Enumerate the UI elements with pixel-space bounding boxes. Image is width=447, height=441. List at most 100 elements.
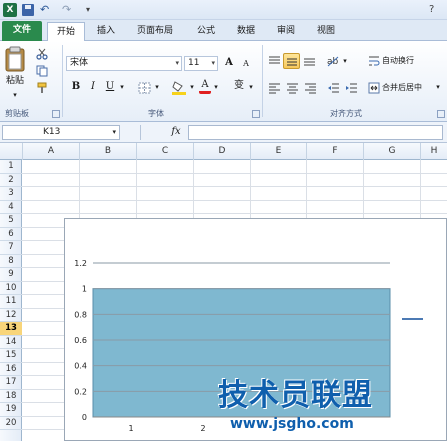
x-tick-label: 1: [128, 424, 133, 433]
row-header-20[interactable]: 20: [0, 417, 22, 430]
font-size-value: 11: [188, 58, 200, 68]
insert-function-button[interactable]: fx: [167, 125, 185, 140]
row-header-7[interactable]: 7: [0, 241, 22, 255]
align-bottom-icon[interactable]: [303, 55, 316, 67]
column-header-bar: A B C D E F G H: [0, 143, 447, 160]
underline-dropdown-icon[interactable]: ▾: [118, 81, 126, 94]
phonetic-button[interactable]: 变: [232, 79, 246, 93]
chevron-down-icon: ▾: [211, 59, 215, 67]
clipboard-dialog-launcher[interactable]: [52, 110, 60, 118]
formula-input[interactable]: [188, 125, 443, 140]
row-header-12[interactable]: 12: [0, 309, 22, 322]
row-header-11[interactable]: 11: [0, 295, 22, 309]
row-header-9[interactable]: 9: [0, 268, 22, 282]
save-icon[interactable]: [22, 4, 34, 16]
tab-formulas[interactable]: 公式: [188, 22, 224, 41]
tab-insert[interactable]: 插入: [88, 22, 124, 41]
row-header-10[interactable]: 10: [0, 282, 22, 295]
paste-button[interactable]: 粘贴: [4, 75, 26, 88]
name-box[interactable]: K13 ▾: [2, 125, 120, 140]
font-color-button[interactable]: A: [199, 79, 211, 94]
orientation-icon[interactable]: ab: [326, 54, 340, 67]
align-left-icon[interactable]: [268, 82, 281, 94]
underline-button[interactable]: U: [104, 80, 116, 94]
wrap-text-icon[interactable]: [368, 55, 380, 67]
row-header-13[interactable]: 13: [0, 322, 22, 336]
merge-center-button[interactable]: 合并后居中: [382, 81, 434, 94]
paste-dropdown-icon[interactable]: ▾: [10, 89, 20, 102]
column-header-a[interactable]: A: [22, 143, 79, 160]
orientation-dropdown-icon[interactable]: ▾: [341, 55, 349, 68]
font-size-combo[interactable]: 11 ▾: [184, 56, 218, 71]
paste-icon[interactable]: [5, 46, 25, 72]
border-icon[interactable]: [138, 82, 151, 94]
shrink-font-button[interactable]: A: [240, 57, 252, 71]
column-header-h[interactable]: H: [420, 143, 447, 160]
tab-view[interactable]: 视图: [308, 22, 344, 41]
select-all-corner[interactable]: [0, 143, 22, 160]
watermark-title: 技术员联盟: [218, 378, 373, 413]
tab-home[interactable]: 开始: [47, 22, 85, 42]
row-header-19[interactable]: 19: [0, 403, 22, 417]
row-header-6[interactable]: 6: [0, 228, 22, 241]
bold-button[interactable]: B: [70, 80, 82, 94]
row-header-3[interactable]: 3: [0, 187, 22, 201]
row-header-4[interactable]: 4: [0, 201, 22, 214]
phonetic-dropdown-icon[interactable]: ▾: [247, 81, 255, 94]
fill-color-dropdown-icon[interactable]: ▾: [188, 81, 196, 94]
customize-qat-icon[interactable]: ▾: [86, 3, 96, 17]
wrap-text-button[interactable]: 自动换行: [382, 54, 426, 67]
row-header-2[interactable]: 2: [0, 174, 22, 187]
format-painter-icon[interactable]: [36, 82, 48, 94]
row-header-16[interactable]: 16: [0, 363, 22, 376]
y-tick-label: 0.6: [74, 336, 87, 345]
y-tick-label: 1.2: [74, 259, 87, 268]
tab-data[interactable]: 数据: [228, 22, 264, 41]
column-header-e[interactable]: E: [250, 143, 306, 160]
cut-icon[interactable]: [36, 48, 48, 60]
align-center-icon[interactable]: [286, 82, 299, 94]
align-middle-button[interactable]: [283, 53, 300, 69]
decrease-indent-icon[interactable]: [327, 82, 340, 94]
grow-font-button[interactable]: A: [222, 56, 236, 70]
align-top-icon[interactable]: [268, 55, 281, 67]
grid-row-line: [22, 213, 447, 214]
column-header-c[interactable]: C: [136, 143, 193, 160]
grid-row-line: [22, 186, 447, 187]
font-name-combo[interactable]: 宋体 ▾: [66, 56, 182, 71]
redo-icon[interactable]: ↷: [62, 3, 80, 17]
fill-color-icon[interactable]: [172, 80, 186, 95]
undo-icon[interactable]: ↶: [40, 3, 58, 17]
font-dialog-launcher[interactable]: [252, 110, 260, 118]
row-header-1[interactable]: 1: [0, 160, 22, 174]
column-header-d[interactable]: D: [193, 143, 250, 160]
row-header-14[interactable]: 14: [0, 336, 22, 349]
align-right-icon[interactable]: [304, 82, 317, 94]
column-header-b[interactable]: B: [79, 143, 136, 160]
row-header-8[interactable]: 8: [0, 255, 22, 268]
name-box-value: K13: [43, 127, 61, 137]
group-separator: [62, 45, 63, 117]
y-tick-label: 0.8: [74, 310, 87, 319]
alignment-dialog-launcher[interactable]: [437, 110, 445, 118]
border-dropdown-icon[interactable]: ▾: [153, 81, 161, 94]
help-icon[interactable]: ?: [429, 3, 443, 17]
row-header-18[interactable]: 18: [0, 390, 22, 403]
row-header-5[interactable]: 5: [0, 214, 22, 228]
row-header-15[interactable]: 15: [0, 349, 22, 363]
tab-review[interactable]: 审阅: [268, 22, 304, 41]
tab-page-layout[interactable]: 页面布局: [128, 22, 182, 41]
italic-button[interactable]: I: [87, 80, 99, 94]
tab-file[interactable]: 文件: [2, 21, 42, 41]
column-header-g[interactable]: G: [363, 143, 420, 160]
row-header-bar: 1 2 3 4 5 6 7 8 9 10 11 12 13 14 15 16 17 18 19 20: [0, 160, 22, 441]
merge-center-icon[interactable]: [368, 82, 380, 94]
increase-indent-icon[interactable]: [345, 82, 358, 94]
copy-icon[interactable]: [36, 65, 48, 77]
column-header-f[interactable]: F: [306, 143, 363, 160]
grid-row-line: [22, 172, 447, 174]
merge-dropdown-icon[interactable]: ▾: [434, 81, 442, 94]
row-header-17[interactable]: 17: [0, 376, 22, 390]
y-tick-label: 0.4: [74, 362, 87, 371]
font-color-dropdown-icon[interactable]: ▾: [212, 81, 220, 94]
